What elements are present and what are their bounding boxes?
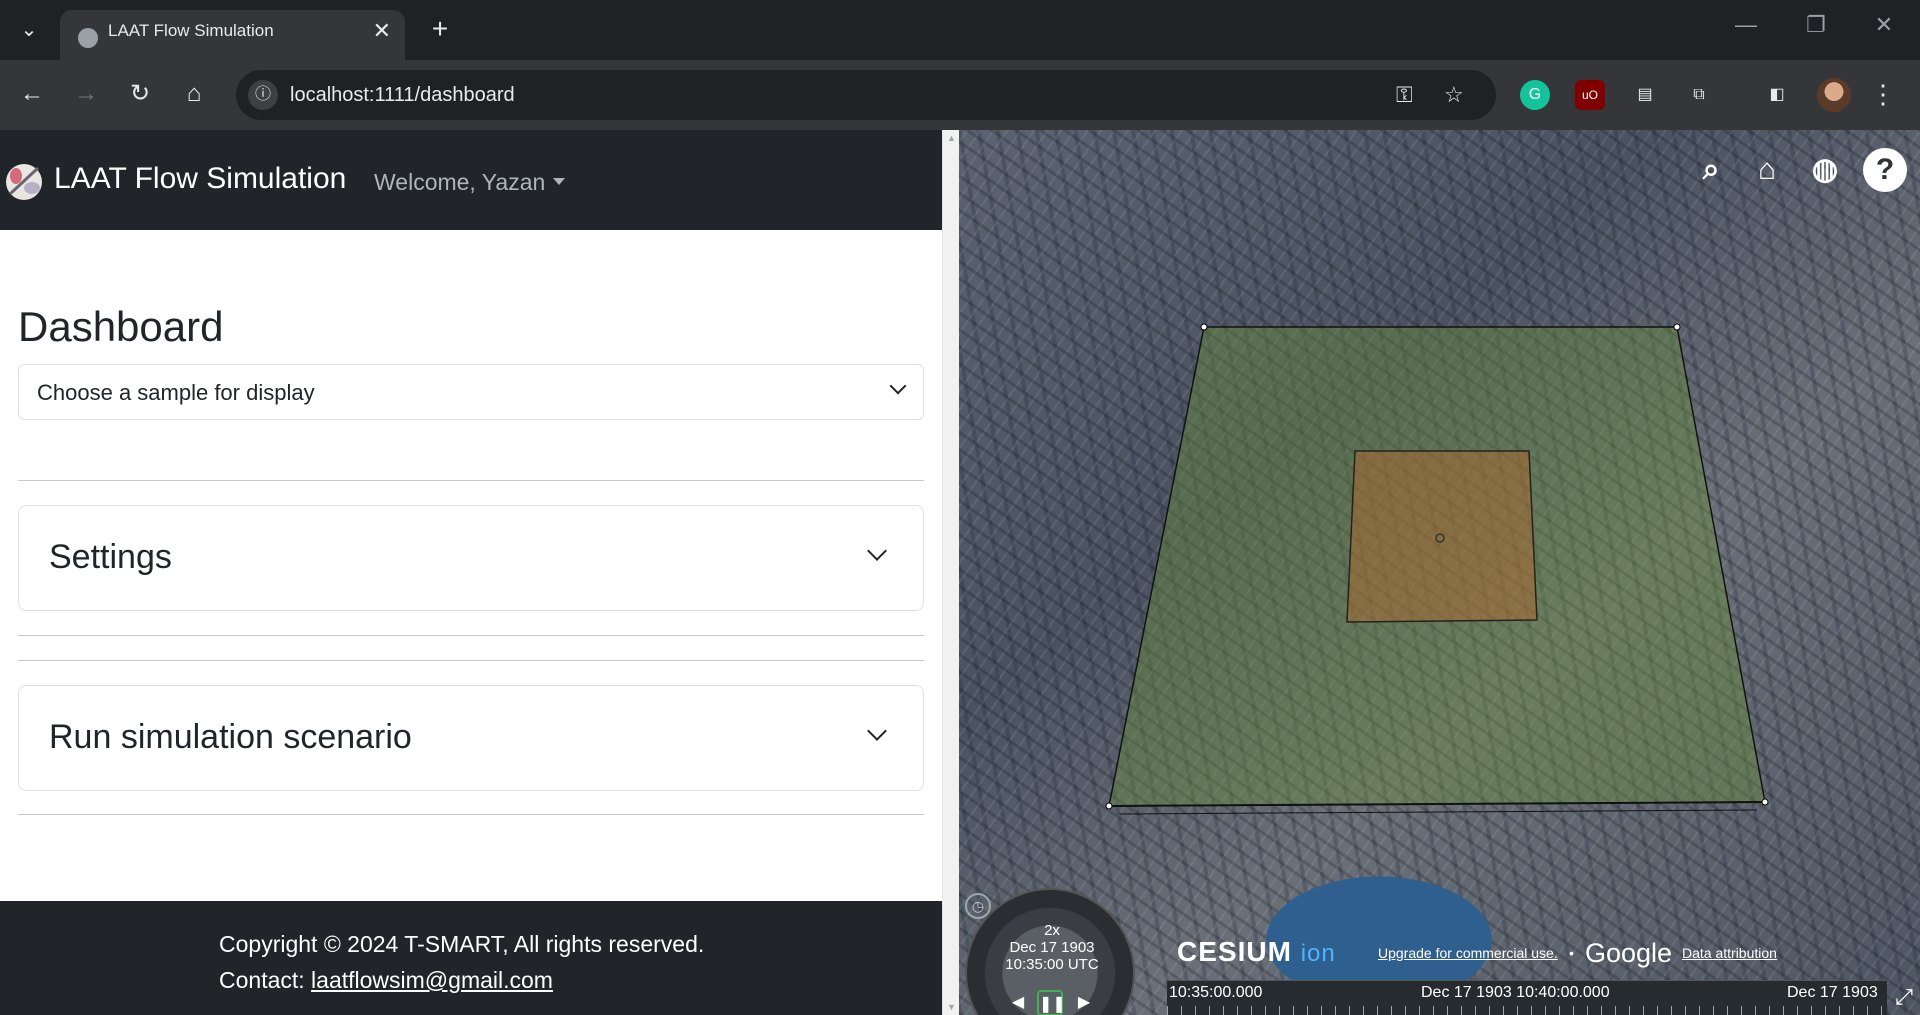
home-icon[interactable]: ⌂ bbox=[1745, 148, 1789, 192]
sample-select-value: Choose a sample for display bbox=[37, 380, 315, 405]
scroll-down-icon[interactable]: ▼ bbox=[947, 1002, 956, 1012]
browser-tab-bar: ⌄ LAAT Flow Simulation ✕ + — ❐ ✕ bbox=[0, 0, 1920, 60]
bookmark-star-icon[interactable]: ☆ bbox=[1444, 82, 1464, 108]
fullscreen-icon[interactable]: ⤢ bbox=[1889, 982, 1919, 1012]
globe-icon[interactable]: ◍ bbox=[1803, 148, 1847, 192]
animation-date: Dec 17 1903 bbox=[1009, 939, 1095, 956]
animation-time: 10:35:00 UTC bbox=[1005, 956, 1099, 973]
home-icon[interactable]: ⌂ bbox=[176, 76, 212, 112]
help-icon[interactable]: ? bbox=[1863, 148, 1907, 192]
footer-contact: Contact: laatflowsim@gmail.com bbox=[219, 967, 553, 994]
cesium-map-viewer[interactable]: ⌕ ⌂ ◍ ? ◷ 2x Dec 17 1903 10:35:00 UTC ◀ … bbox=[959, 130, 1920, 1015]
restore-icon[interactable]: ❐ bbox=[1796, 12, 1836, 38]
footer-contact-label: Contact: bbox=[219, 967, 312, 993]
password-key-icon[interactable]: ⚿ bbox=[1396, 82, 1413, 108]
left-panel: LAAT Flow Simulation Welcome, Yazan Dash… bbox=[0, 130, 942, 1015]
welcome-text: Welcome, Yazan bbox=[374, 169, 546, 195]
reload-icon[interactable]: ↻ bbox=[122, 76, 158, 112]
site-info-icon[interactable]: ⓘ bbox=[248, 80, 278, 110]
app-navbar: LAAT Flow Simulation Welcome, Yazan bbox=[0, 130, 942, 230]
caret-down-icon bbox=[553, 178, 566, 186]
divider bbox=[18, 480, 924, 481]
timeline-label-mid: Dec 17 1903 10:40:00.000 bbox=[1421, 984, 1610, 1001]
timeline-label-start: 10:35:00.000 bbox=[1169, 984, 1263, 1001]
pause-icon[interactable]: ❚❚ bbox=[1037, 990, 1066, 1015]
chevron-down-icon bbox=[889, 377, 907, 395]
tab-close-icon[interactable]: ✕ bbox=[373, 18, 391, 44]
ublock-icon[interactable]: uO bbox=[1575, 80, 1605, 110]
contact-email-link[interactable]: laatflowsim@gmail.com bbox=[311, 967, 553, 993]
back-icon[interactable]: ← bbox=[14, 76, 50, 112]
footer-copyright: Copyright © 2024 T-SMART, All rights res… bbox=[219, 931, 705, 957]
menu-icon[interactable]: ⋮ bbox=[1870, 76, 1896, 112]
animation-speed: 2x bbox=[1044, 922, 1060, 939]
browser-tab[interactable]: LAAT Flow Simulation ✕ bbox=[60, 10, 405, 60]
chevron-down-icon bbox=[867, 541, 887, 561]
google-logo: Google bbox=[1585, 938, 1673, 968]
cesium-logo-text: CESIUM bbox=[1177, 936, 1292, 967]
extensions-icon[interactable]: ⧉ bbox=[1684, 80, 1714, 110]
timeline-label-end: Dec 17 1903 bbox=[1787, 984, 1878, 1001]
grammarly-icon[interactable]: G bbox=[1520, 80, 1550, 110]
scroll-up-icon[interactable]: ▲ bbox=[947, 133, 956, 143]
profile-avatar[interactable] bbox=[1817, 78, 1851, 112]
close-window-icon[interactable]: ✕ bbox=[1864, 12, 1904, 38]
tab-title: LAAT Flow Simulation bbox=[108, 21, 274, 40]
timeline[interactable]: 10:35:00.000 Dec 17 1903 10:40:00.000 De… bbox=[1167, 980, 1887, 1015]
settings-accordion-title: Settings bbox=[49, 538, 172, 576]
page-title: Dashboard bbox=[18, 303, 224, 350]
brand-logo-icon[interactable] bbox=[2, 152, 46, 208]
globe-favicon-icon bbox=[78, 28, 98, 48]
minimize-icon[interactable]: — bbox=[1726, 12, 1766, 38]
run-simulation-accordion-title: Run simulation scenario bbox=[49, 718, 412, 756]
divider bbox=[18, 660, 924, 661]
data-attribution-link[interactable]: Data attribution bbox=[1682, 945, 1777, 961]
divider bbox=[18, 635, 924, 636]
inner-simulation-area bbox=[1346, 450, 1538, 623]
simulation-areas bbox=[1105, 323, 1769, 815]
chevron-down-icon bbox=[867, 721, 887, 741]
side-panel-icon[interactable]: ◧ bbox=[1762, 80, 1792, 110]
timeline-ticks bbox=[1167, 1006, 1887, 1015]
cesium-ion-text: ion bbox=[1300, 940, 1336, 967]
page-viewport: LAAT Flow Simulation Welcome, Yazan Dash… bbox=[0, 130, 1920, 1015]
settings-accordion[interactable]: Settings bbox=[18, 505, 924, 611]
rewind-icon[interactable]: ◀ bbox=[1005, 990, 1031, 1015]
footer: Copyright © 2024 T-SMART, All rights res… bbox=[0, 901, 942, 1015]
url-text[interactable]: localhost:1111/dashboard bbox=[290, 70, 515, 120]
browser-toolbar: ← → ↻ ⌂ ⓘ localhost:1111/dashboard ⚿ ☆ G… bbox=[0, 60, 1920, 130]
new-tab-button[interactable]: + bbox=[422, 14, 458, 44]
cesium-logo[interactable]: CESIUM ion bbox=[1177, 936, 1336, 968]
reader-icon[interactable]: ▤ bbox=[1630, 80, 1660, 110]
forward-icon[interactable]: → bbox=[68, 76, 104, 112]
play-forward-icon[interactable]: ▶ bbox=[1071, 990, 1097, 1015]
sample-select[interactable]: Choose a sample for display bbox=[18, 364, 924, 420]
tab-list-icon[interactable]: ⌄ bbox=[8, 10, 50, 50]
divider bbox=[18, 814, 924, 815]
upgrade-link[interactable]: Upgrade for commercial use. bbox=[1378, 945, 1558, 961]
run-simulation-accordion[interactable]: Run simulation scenario bbox=[18, 685, 924, 791]
address-bar[interactable]: ⓘ localhost:1111/dashboard ⚿ ☆ bbox=[236, 70, 1496, 120]
attribution-separator: • bbox=[1569, 945, 1574, 961]
user-dropdown[interactable]: Welcome, Yazan bbox=[374, 130, 566, 234]
brand-title[interactable]: LAAT Flow Simulation bbox=[54, 130, 346, 228]
scrollbar[interactable]: ▲ ▼ bbox=[942, 130, 959, 1015]
search-icon[interactable]: ⌕ bbox=[1689, 148, 1733, 192]
